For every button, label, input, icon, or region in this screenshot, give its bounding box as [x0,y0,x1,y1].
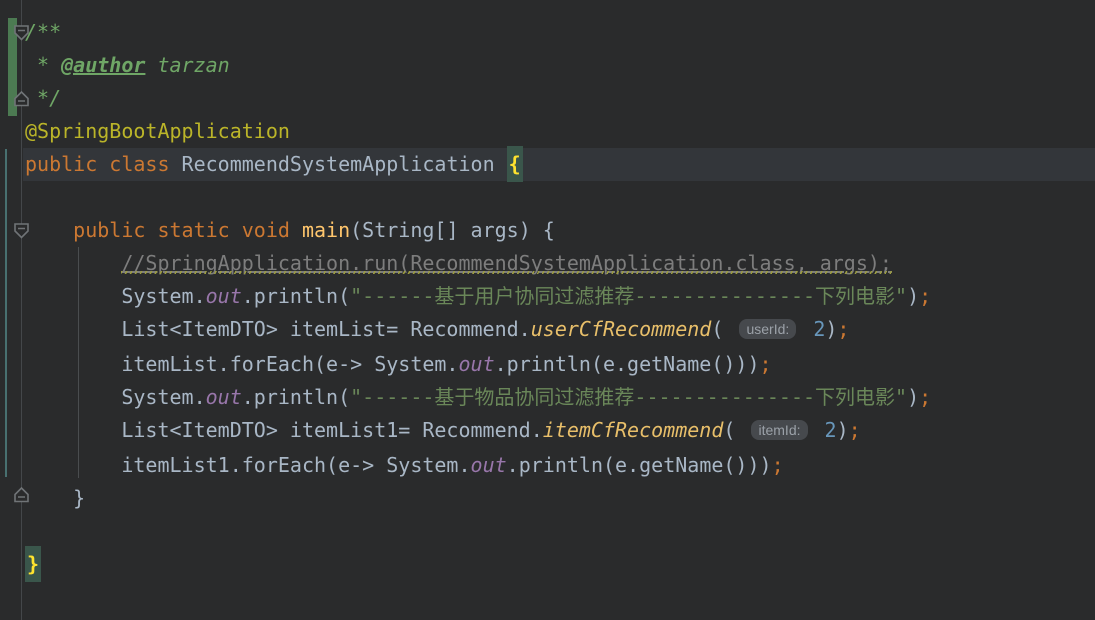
token-field: out [206,284,242,308]
fold-marker-down-icon[interactable] [13,24,30,41]
token-txt: (String[] args) { [350,218,555,242]
code-line[interactable]: /** [23,16,1095,49]
code-area[interactable]: /** * @author tarzan */ @SpringBootApplic… [0,16,1095,581]
token-doccmt: * [25,53,61,77]
token-txt: itemList.forEach(e-> System. [25,352,458,376]
token-txt: .println( [242,385,350,409]
token-field: out [458,352,494,376]
token-txt: ( [723,418,747,442]
fold-marker-up-icon[interactable] [13,90,30,107]
code-editor[interactable]: /** * @author tarzan */ @SpringBootApplic… [0,0,1095,620]
code-line[interactable]: public static void main(String[] args) { [23,214,1095,247]
token-kw: public class [25,152,182,176]
fold-marker-down-icon[interactable] [13,222,30,239]
token-txt: .println(e.getName())) [495,352,760,376]
token-kw: public static void [73,218,302,242]
code-line[interactable]: itemList.forEach(e-> System.out.println(… [23,348,1095,381]
token-doctag: @author [61,53,145,77]
token-doccmt: tarzan [145,53,229,77]
token-semi: ; [760,352,772,376]
token-txt: System. [25,284,206,308]
token-semi: ; [772,453,784,477]
fold-marker-up-icon[interactable] [13,486,30,503]
token-txt: .println( [242,284,350,308]
token-txt [25,251,121,275]
token-semi: ; [849,418,861,442]
token-txt: List<ItemDTO> itemList1= Recommend. [25,418,543,442]
token-txt: ) [837,418,849,442]
token-str: "------基于用户协同过滤推荐---------------下列电影" [350,284,907,308]
code-line[interactable]: //SpringApplication.run(RecommendSystemA… [23,247,1095,280]
code-line[interactable]: itemList1.forEach(e-> System.out.println… [23,449,1095,482]
token-semi: ; [919,284,931,308]
token-field: out [471,453,507,477]
token-num: 2 [813,317,825,341]
code-line[interactable]: List<ItemDTO> itemList= Recommend.userCf… [23,313,1095,348]
token-hint: userId: [739,319,796,339]
code-line[interactable]: System.out.println("------基于物品协同过滤推荐----… [23,381,1095,414]
token-txt: System. [25,385,206,409]
token-ann: @SpringBootApplication [25,119,290,143]
token-semi: ; [837,317,849,341]
token-txt: } [25,486,85,510]
token-txt: ) [825,317,837,341]
token-brhl: { [507,146,523,182]
token-num: 2 [825,418,837,442]
code-line[interactable]: System.out.println("------基于用户协同过滤推荐----… [23,280,1095,313]
token-txt: ) [907,385,919,409]
code-line[interactable]: * @author tarzan [23,49,1095,82]
code-line[interactable]: } [23,548,1095,581]
token-doccmt: /** [25,20,61,44]
token-txt: RecommendSystemApplication [182,152,507,176]
token-semi: ; [919,385,931,409]
token-hint: itemId: [751,420,807,440]
token-lcmt: //SpringApplication.run(RecommendSystemA… [121,251,892,275]
token-txt: ) [907,284,919,308]
token-doccmt: */ [25,86,61,110]
token-txt [801,317,813,341]
token-smcall: itemCfRecommend [543,418,724,442]
code-line[interactable]: */ [23,82,1095,115]
token-txt: itemList1.forEach(e-> System. [25,453,471,477]
token-txt: ( [711,317,735,341]
token-smcall: userCfRecommend [531,317,712,341]
code-line[interactable]: @SpringBootApplication [23,115,1095,148]
token-txt [25,218,73,242]
token-brhl: } [25,546,41,582]
token-str: "------基于物品协同过滤推荐---------------下列电影" [350,385,907,409]
token-field: out [206,385,242,409]
code-line[interactable]: } [23,482,1095,515]
token-txt: .println(e.getName())) [507,453,772,477]
code-line[interactable]: List<ItemDTO> itemList1= Recommend.itemC… [23,414,1095,449]
token-decl: main [302,218,350,242]
code-line[interactable]: public class RecommendSystemApplication … [23,148,1095,181]
token-txt: List<ItemDTO> itemList= Recommend. [25,317,531,341]
code-line[interactable] [23,181,1095,214]
token-txt [813,418,825,442]
code-line[interactable] [23,515,1095,548]
